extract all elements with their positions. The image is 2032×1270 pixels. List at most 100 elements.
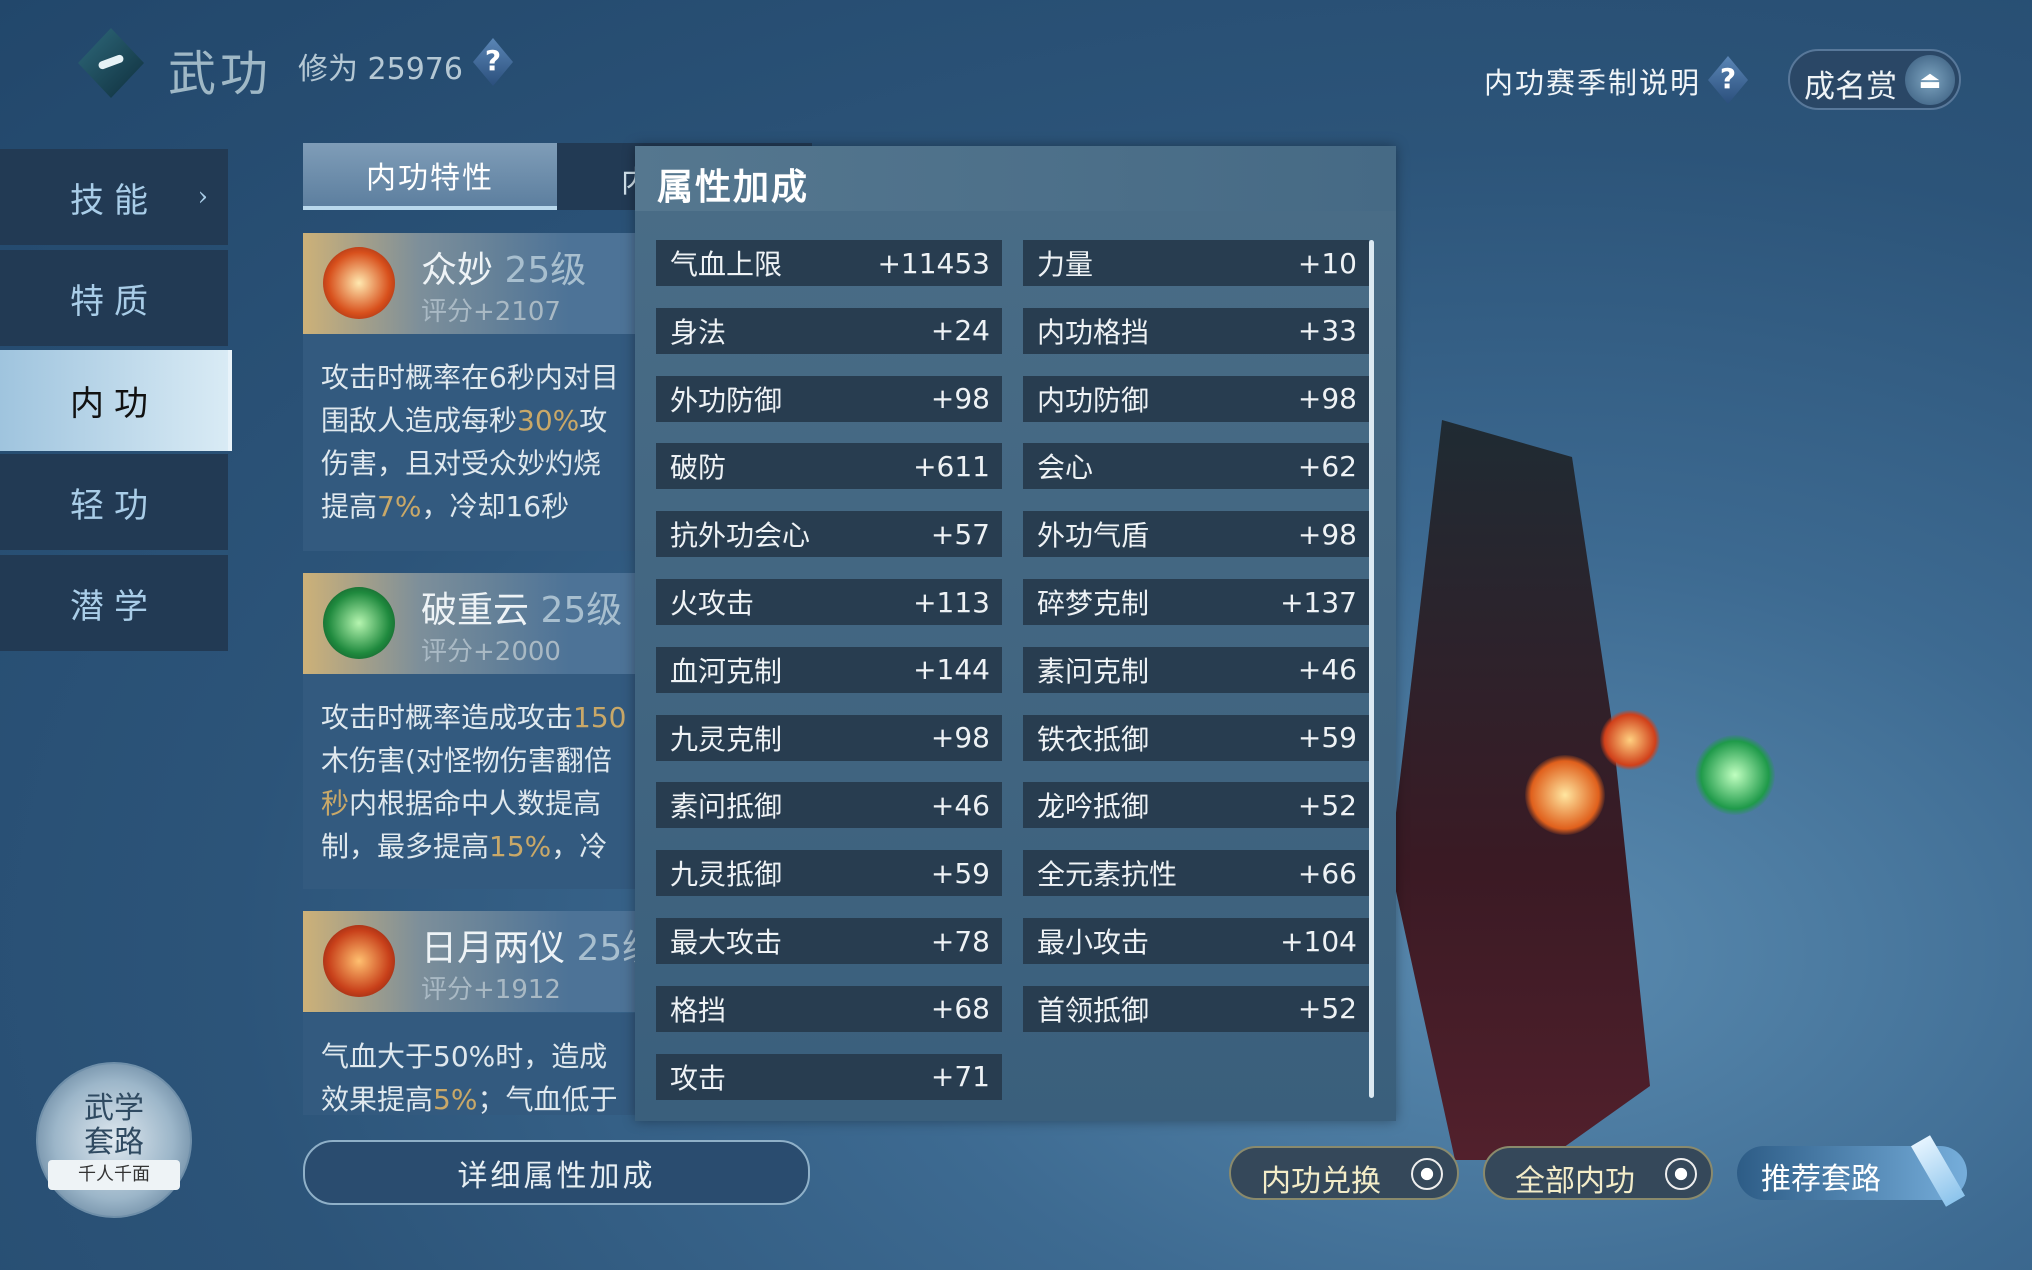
attribute-value: +62 <box>1297 449 1357 483</box>
attribute-value: +137 <box>1280 585 1357 619</box>
attribute-row: 龙吟抵御 +52 <box>1023 782 1369 829</box>
skill-score: 评分+1912 <box>421 975 561 1005</box>
attribute-name: 身法 <box>670 315 727 349</box>
chevron-right-icon: › <box>197 182 218 212</box>
sidebar-item-label: 轻功 <box>70 485 158 526</box>
skill-score: 评分+2107 <box>421 297 561 327</box>
attribute-value: +52 <box>1297 992 1357 1026</box>
desc-text: 攻击时概率造成攻击 <box>321 701 574 734</box>
attribute-row: 外功防御 +98 <box>656 375 1002 422</box>
attribute-row: 攻击 +71 <box>656 1053 1002 1100</box>
desc-line: 攻击时概率在6秒内对目 <box>321 356 635 399</box>
sidebar-item-neigong[interactable]: 内功 <box>0 350 232 451</box>
attribute-name: 内功格挡 <box>1037 315 1150 349</box>
attribute-value: +68 <box>930 992 990 1026</box>
question-diamond-icon[interactable]: ? <box>473 38 513 86</box>
skill-description: 气血大于50%时，造成 效果提高5%；气血低于 <box>303 1013 635 1115</box>
attribute-name: 最小攻击 <box>1037 926 1150 959</box>
cultivation-label: 修为 <box>298 52 358 87</box>
all-neigong-button[interactable]: 全部内功 <box>1483 1146 1713 1200</box>
desc-text: ，冷 <box>551 830 608 863</box>
sidebar-item-traits[interactable]: 特质 <box>0 250 228 346</box>
desc-text: 攻击时概率在6秒内对目 <box>321 361 619 394</box>
attribute-value: +57 <box>930 517 990 551</box>
skill-level: 25级 <box>504 250 587 291</box>
attribute-name: 外功气盾 <box>1037 519 1150 553</box>
desc-line: 制，最多提高15%，冷 <box>321 825 635 868</box>
scrollbar[interactable] <box>1369 240 1374 1098</box>
attribute-value: +78 <box>930 924 990 958</box>
skill-card-header[interactable]: 破重云 25级 评分+2000 <box>303 573 635 674</box>
fire-orb-icon <box>1600 710 1660 770</box>
attribute-row: 会心 +62 <box>1023 443 1369 490</box>
cultivation-value: 25976 <box>367 52 463 87</box>
orb-ring-icon <box>1665 1158 1697 1190</box>
attribute-name: 九灵克制 <box>670 722 783 756</box>
attribute-row: 九灵克制 +98 <box>656 714 1002 761</box>
attribute-name: 全元素抗性 <box>1037 858 1178 892</box>
attribute-name: 铁衣抵御 <box>1037 722 1150 756</box>
neigong-exchange-button[interactable]: 内功兑换 <box>1229 1146 1459 1200</box>
fame-reward-button[interactable]: 成名赏 ⏏ <box>1788 49 1961 110</box>
attribute-row: 血河克制 +144 <box>656 646 1002 693</box>
attribute-row: 破防 +611 <box>656 443 1002 490</box>
attribute-bonus-panel: 属性加成 气血上限 +11453 力量 +10 身法 +24 内功格挡 +33 外功防御 +98 内… <box>635 146 1396 1121</box>
desc-line: 秒内根据命中人数提高 <box>321 782 635 825</box>
sidebar-item-qinggong[interactable]: 轻功 <box>0 454 228 550</box>
desc-text: ，冷却16秒 <box>421 490 570 523</box>
desc-highlight: 150 <box>573 701 627 734</box>
desc-highlight: 5% <box>433 1083 478 1115</box>
attribute-name: 破防 <box>670 451 727 485</box>
attribute-name: 内功防御 <box>1037 383 1150 417</box>
tab-neigong-traits[interactable]: 内功特性 <box>303 143 557 210</box>
desc-text: 提高 <box>321 490 378 523</box>
desc-text: 围敌人造成每秒 <box>321 404 518 437</box>
attribute-value: +71 <box>930 1060 990 1094</box>
skill-description: 攻击时概率造成攻击150 木伤害(对怪物伤害翻倍 秒内根据命中人数提高 制，最多… <box>303 674 635 889</box>
attribute-value: +98 <box>930 382 990 416</box>
desc-line: 伤害，且对受众妙灼烧 <box>321 442 635 485</box>
sidebar-item-label: 潜学 <box>70 586 158 627</box>
attribute-value: +144 <box>913 653 990 687</box>
skill-card-header[interactable]: 日月两仪 25级 评分+1912 <box>303 911 658 1012</box>
attribute-row: 铁衣抵御 +59 <box>1023 714 1369 761</box>
attribute-row: 气血上限 +11453 <box>656 240 1002 286</box>
attribute-value: +98 <box>930 721 990 755</box>
desc-line: 提高7%，冷却16秒 <box>321 485 635 528</box>
skill-score: 评分+2000 <box>421 637 561 667</box>
detailed-attributes-button[interactable]: 详细属性加成 <box>303 1140 810 1205</box>
skill-card-header[interactable]: 众妙 25级 评分+2107 <box>303 233 635 334</box>
sidebar-item-label: 技能 <box>70 180 158 221</box>
desc-text: 木伤害(对怪物伤害翻倍 <box>321 744 612 777</box>
martial-build-badge[interactable]: 武学 套路 千人千面 <box>36 1062 192 1218</box>
sidebar-item-skills[interactable]: 技能 › <box>0 149 228 245</box>
cultivation-readout: 修为 25976 <box>298 44 463 88</box>
season-rules-link[interactable]: 内功赛季制说明 <box>1484 60 1701 102</box>
attribute-row: 全元素抗性 +66 <box>1023 850 1369 897</box>
attribute-name: 血河克制 <box>670 654 783 688</box>
desc-text: 制，最多提高 <box>321 830 490 863</box>
attribute-name: 龙吟抵御 <box>1037 790 1150 824</box>
attribute-value: +11453 <box>877 246 990 280</box>
attribute-name: 碎梦克制 <box>1037 587 1150 620</box>
question-diamond-icon[interactable]: ? <box>1708 56 1748 104</box>
sidebar-item-qianxue[interactable]: 潜学 <box>0 555 228 651</box>
button-label: 内功兑换 <box>1261 1164 1381 1199</box>
attribute-row: 首领抵御 +52 <box>1023 985 1369 1032</box>
emblem-icon: ⏏ <box>1905 55 1955 105</box>
panel-title: 属性加成 <box>635 146 1396 211</box>
attribute-value: +59 <box>930 856 990 890</box>
desc-text: 内根据命中人数提高 <box>349 787 602 820</box>
attribute-value: +66 <box>1297 856 1357 890</box>
fire-orb-icon <box>1525 755 1605 835</box>
desc-text: 气血大于50%时，造成 <box>321 1040 608 1073</box>
attribute-name: 力量 <box>1037 248 1094 281</box>
attribute-row: 九灵抵御 +59 <box>656 850 1002 897</box>
desc-line: 气血大于50%时，造成 <box>321 1035 635 1078</box>
fire-book-icon <box>323 247 395 319</box>
fame-label: 成名赏 <box>1804 69 1897 105</box>
skill-name-text: 日月两仪 <box>421 928 566 969</box>
sidebar-item-label: 内功 <box>70 384 158 424</box>
skill-name: 日月两仪 25级 <box>421 919 658 971</box>
recommended-build-button[interactable]: 推荐套路 <box>1737 1135 1967 1207</box>
